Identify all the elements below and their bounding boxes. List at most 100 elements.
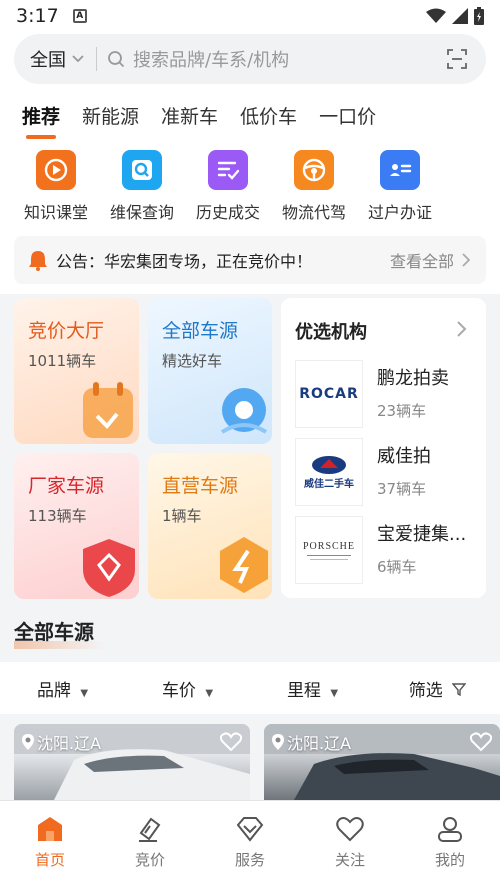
wifi-icon — [426, 8, 446, 23]
quick-maintenance-label: 维保查询 — [109, 203, 174, 222]
status-icons — [426, 7, 484, 25]
region-selector[interactable]: 全国 — [30, 46, 84, 72]
bell-icon — [29, 251, 47, 271]
battery-icon — [474, 7, 484, 25]
shield-diamond-icon — [83, 539, 135, 597]
card-factory-sources[interactable]: 厂家车源 113辆车 — [14, 453, 139, 599]
nav-profile[interactable]: 我的 — [400, 801, 500, 888]
search-bar[interactable]: 全国 搜索品牌/车系/机构 — [14, 34, 486, 84]
checklist-icon — [208, 150, 248, 190]
hexagon-bolt-icon — [220, 537, 268, 593]
tab-near-new[interactable]: 准新车 — [161, 102, 218, 129]
quick-transfer[interactable]: 过户办证 — [357, 150, 443, 223]
org-name: 鹏龙拍卖 — [377, 368, 449, 389]
tab-recommend[interactable]: 推荐 — [22, 102, 60, 139]
location-pin-icon — [272, 734, 284, 750]
quick-transfer-label: 过户办证 — [367, 203, 432, 222]
org-item[interactable]: PORSCHE 宝爱捷集... 6辆车 — [295, 516, 485, 586]
id-card-icon — [380, 150, 420, 190]
car-location-text: 沈阳.辽A — [287, 734, 352, 753]
chevron-down-icon — [72, 55, 84, 63]
caret-down-icon: ▼ — [80, 687, 89, 699]
card-direct-title: 直营车源 — [162, 475, 239, 497]
org-count: 6辆车 — [377, 558, 417, 576]
nav-auction-label: 竞价 — [134, 851, 165, 869]
card-direct-sources[interactable]: 直营车源 1辆车 — [148, 453, 272, 599]
nav-profile-label: 我的 — [434, 851, 465, 869]
filter-brand[interactable]: 品牌 ▼ — [0, 676, 125, 701]
tab-new-energy[interactable]: 新能源 — [82, 102, 139, 129]
card-all-title: 全部车源 — [162, 320, 239, 342]
status-time: 3:17 — [16, 5, 59, 27]
org-item[interactable]: 威佳二手车 威佳拍 37辆车 — [295, 438, 485, 508]
search-icon — [108, 51, 125, 68]
caret-down-icon: ▼ — [205, 687, 214, 699]
rocar-logo: ROCAR — [295, 360, 363, 428]
user-icon — [438, 817, 462, 842]
preferred-orgs-title: 优选机构 — [295, 322, 367, 343]
scan-icon[interactable] — [446, 48, 468, 70]
filter-bar: 品牌 ▼ 车价 ▼ 里程 ▼ 筛选 — [0, 662, 500, 714]
nav-home-label: 首页 — [34, 851, 65, 869]
car-location: 沈阳.辽A — [272, 730, 351, 754]
filter-price[interactable]: 车价 ▼ — [125, 676, 250, 701]
nav-follow[interactable]: 关注 — [300, 801, 400, 888]
nav-follow-label: 关注 — [334, 851, 365, 869]
search-divider — [96, 47, 97, 71]
caret-down-icon: ▼ — [330, 687, 339, 699]
steering-wheel-icon — [294, 150, 334, 190]
preferred-orgs-panel: 优选机构 ROCAR 鹏龙拍卖 23辆车 威佳二手车 威佳拍 37辆车 PORS… — [281, 298, 486, 598]
search-input[interactable]: 搜索品牌/车系/机构 — [133, 46, 446, 72]
porsche-logo: PORSCHE — [295, 516, 363, 584]
notice-bar[interactable]: 公告： 华宏集团专场，正在竞价中！ 查看全部 — [14, 236, 486, 284]
car-card[interactable]: 沈阳.辽A — [264, 724, 500, 800]
car-card[interactable]: 沈阳.辽A — [14, 724, 250, 800]
card-all-sources[interactable]: 全部车源 精选好车 — [148, 298, 272, 444]
diamond-icon — [236, 817, 264, 842]
heart-icon[interactable] — [220, 732, 242, 752]
filter-mileage-label: 里程 — [286, 680, 321, 701]
nav-auction[interactable]: 竞价 — [100, 801, 200, 888]
region-label: 全国 — [30, 50, 66, 71]
quick-history[interactable]: 历史成交 — [185, 150, 271, 223]
signal-icon — [452, 8, 468, 24]
quick-history-label: 历史成交 — [195, 203, 260, 222]
location-pin-icon — [220, 388, 268, 434]
nav-home[interactable]: 首页 — [0, 801, 100, 888]
quick-maintenance[interactable]: 维保查询 — [99, 150, 185, 223]
card-direct-count: 1辆车 — [162, 507, 202, 525]
card-factory-count: 113辆车 — [28, 507, 87, 525]
filter-more[interactable]: 筛选 — [375, 676, 500, 701]
org-count: 23辆车 — [377, 402, 427, 420]
filter-more-label: 筛选 — [408, 680, 443, 701]
notification-a-icon: A — [72, 9, 87, 23]
weijia-logo: 威佳二手车 — [295, 438, 363, 506]
org-name: 威佳拍 — [377, 446, 431, 467]
notice-more-link[interactable]: 查看全部 — [390, 248, 454, 272]
quick-knowledge[interactable]: 知识课堂 — [13, 150, 99, 223]
notice-label: 公告： — [56, 252, 105, 271]
chevron-right-icon — [462, 253, 471, 267]
org-item[interactable]: ROCAR 鹏龙拍卖 23辆车 — [295, 360, 485, 430]
tab-low-price[interactable]: 低价车 — [240, 102, 297, 129]
gavel-icon — [139, 817, 161, 842]
filter-price-label: 车价 — [161, 680, 196, 701]
location-pin-icon — [22, 734, 34, 750]
play-icon — [36, 150, 76, 190]
car-listing-grid: 沈阳.辽A 沈阳.辽A — [0, 714, 500, 800]
notice-text: 华宏集团专场，正在竞价中！ — [104, 252, 313, 271]
quick-logistics[interactable]: 物流代驾 — [271, 150, 357, 223]
card-auction-title: 竞价大厅 — [28, 320, 105, 342]
filter-mileage[interactable]: 里程 ▼ — [250, 676, 375, 701]
nav-service-label: 服务 — [234, 851, 265, 869]
nav-service[interactable]: 服务 — [200, 801, 300, 888]
tab-fixed-price[interactable]: 一口价 — [319, 102, 376, 129]
home-icon — [38, 817, 62, 841]
quick-knowledge-label: 知识课堂 — [23, 203, 88, 222]
card-factory-title: 厂家车源 — [28, 475, 105, 497]
heart-icon[interactable] — [470, 732, 492, 752]
status-bar: 3:17 A — [0, 0, 500, 32]
org-count: 37辆车 — [377, 480, 427, 498]
card-auction-hall[interactable]: 竞价大厅 1011辆车 — [14, 298, 139, 444]
chevron-right-icon[interactable] — [456, 320, 468, 338]
